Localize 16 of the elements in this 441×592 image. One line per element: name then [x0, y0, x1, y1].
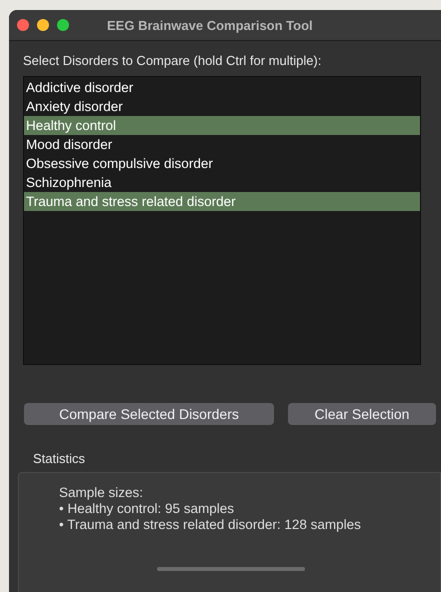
statistics-line: • Trauma and stress related disorder: 128 samples [59, 517, 362, 533]
disorder-item[interactable]: Trauma and stress related disorder [24, 192, 420, 211]
disorder-item[interactable]: Anxiety disorder [24, 97, 420, 116]
disorder-item[interactable]: Addictive disorder [24, 78, 420, 97]
disorder-item[interactable]: Obsessive compulsive disorder [24, 154, 420, 173]
compare-button[interactable]: Compare Selected Disorders [24, 403, 274, 425]
disorder-item[interactable]: Healthy control [24, 116, 420, 135]
disorder-item[interactable]: Schizophrenia [24, 173, 420, 192]
disorder-item[interactable]: Mood disorder [24, 135, 420, 154]
window-title: EEG Brainwave Comparison Tool [107, 18, 313, 32]
disorder-list[interactable]: Addictive disorder Anxiety disorder Healthy control Mood disorder Obsessive compulsive disorder Schizophrenia Trauma and stress related disorder [23, 76, 421, 365]
statistics-line: Sample sizes: [59, 485, 144, 501]
statistics-title: Statistics [33, 451, 86, 466]
statistics-line: • Healthy control: 95 samples [59, 501, 236, 517]
list-label: Select Disorders to Compare (hold Ctrl for multiple): [23, 53, 322, 68]
clear-button[interactable]: Clear Selection [288, 403, 436, 425]
